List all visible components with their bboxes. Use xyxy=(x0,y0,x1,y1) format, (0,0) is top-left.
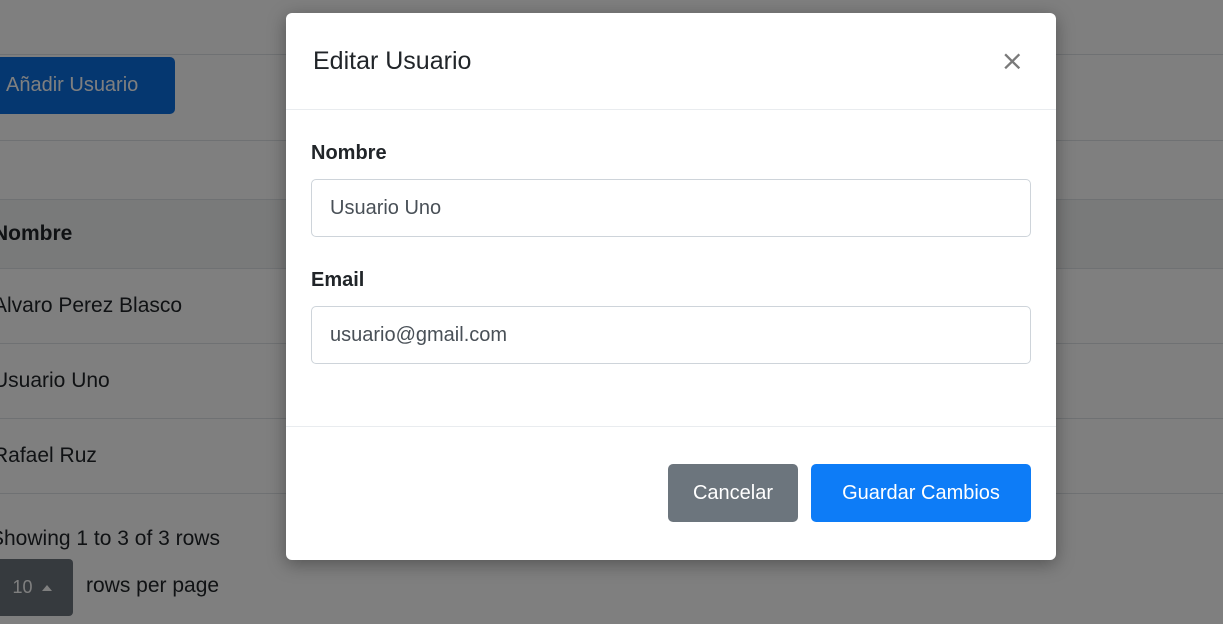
modal-header: Editar Usuario × xyxy=(286,13,1056,110)
name-input[interactable] xyxy=(311,179,1031,237)
email-label: Email xyxy=(311,269,365,291)
email-input[interactable] xyxy=(311,306,1031,364)
name-label: Nombre xyxy=(311,142,387,164)
modal-body: Nombre Email xyxy=(286,110,1056,427)
save-changes-button[interactable]: Guardar Cambios xyxy=(811,464,1031,522)
close-icon[interactable]: × xyxy=(995,46,1030,76)
page: Añadir Usuario Nombre Alvaro Perez Blasc… xyxy=(0,0,1223,624)
edit-user-modal: Editar Usuario × Nombre Email Cancelar G… xyxy=(286,13,1056,560)
modal-footer: Cancelar Guardar Cambios xyxy=(286,427,1056,559)
cancel-button[interactable]: Cancelar xyxy=(668,464,798,522)
modal-title: Editar Usuario xyxy=(313,46,472,75)
